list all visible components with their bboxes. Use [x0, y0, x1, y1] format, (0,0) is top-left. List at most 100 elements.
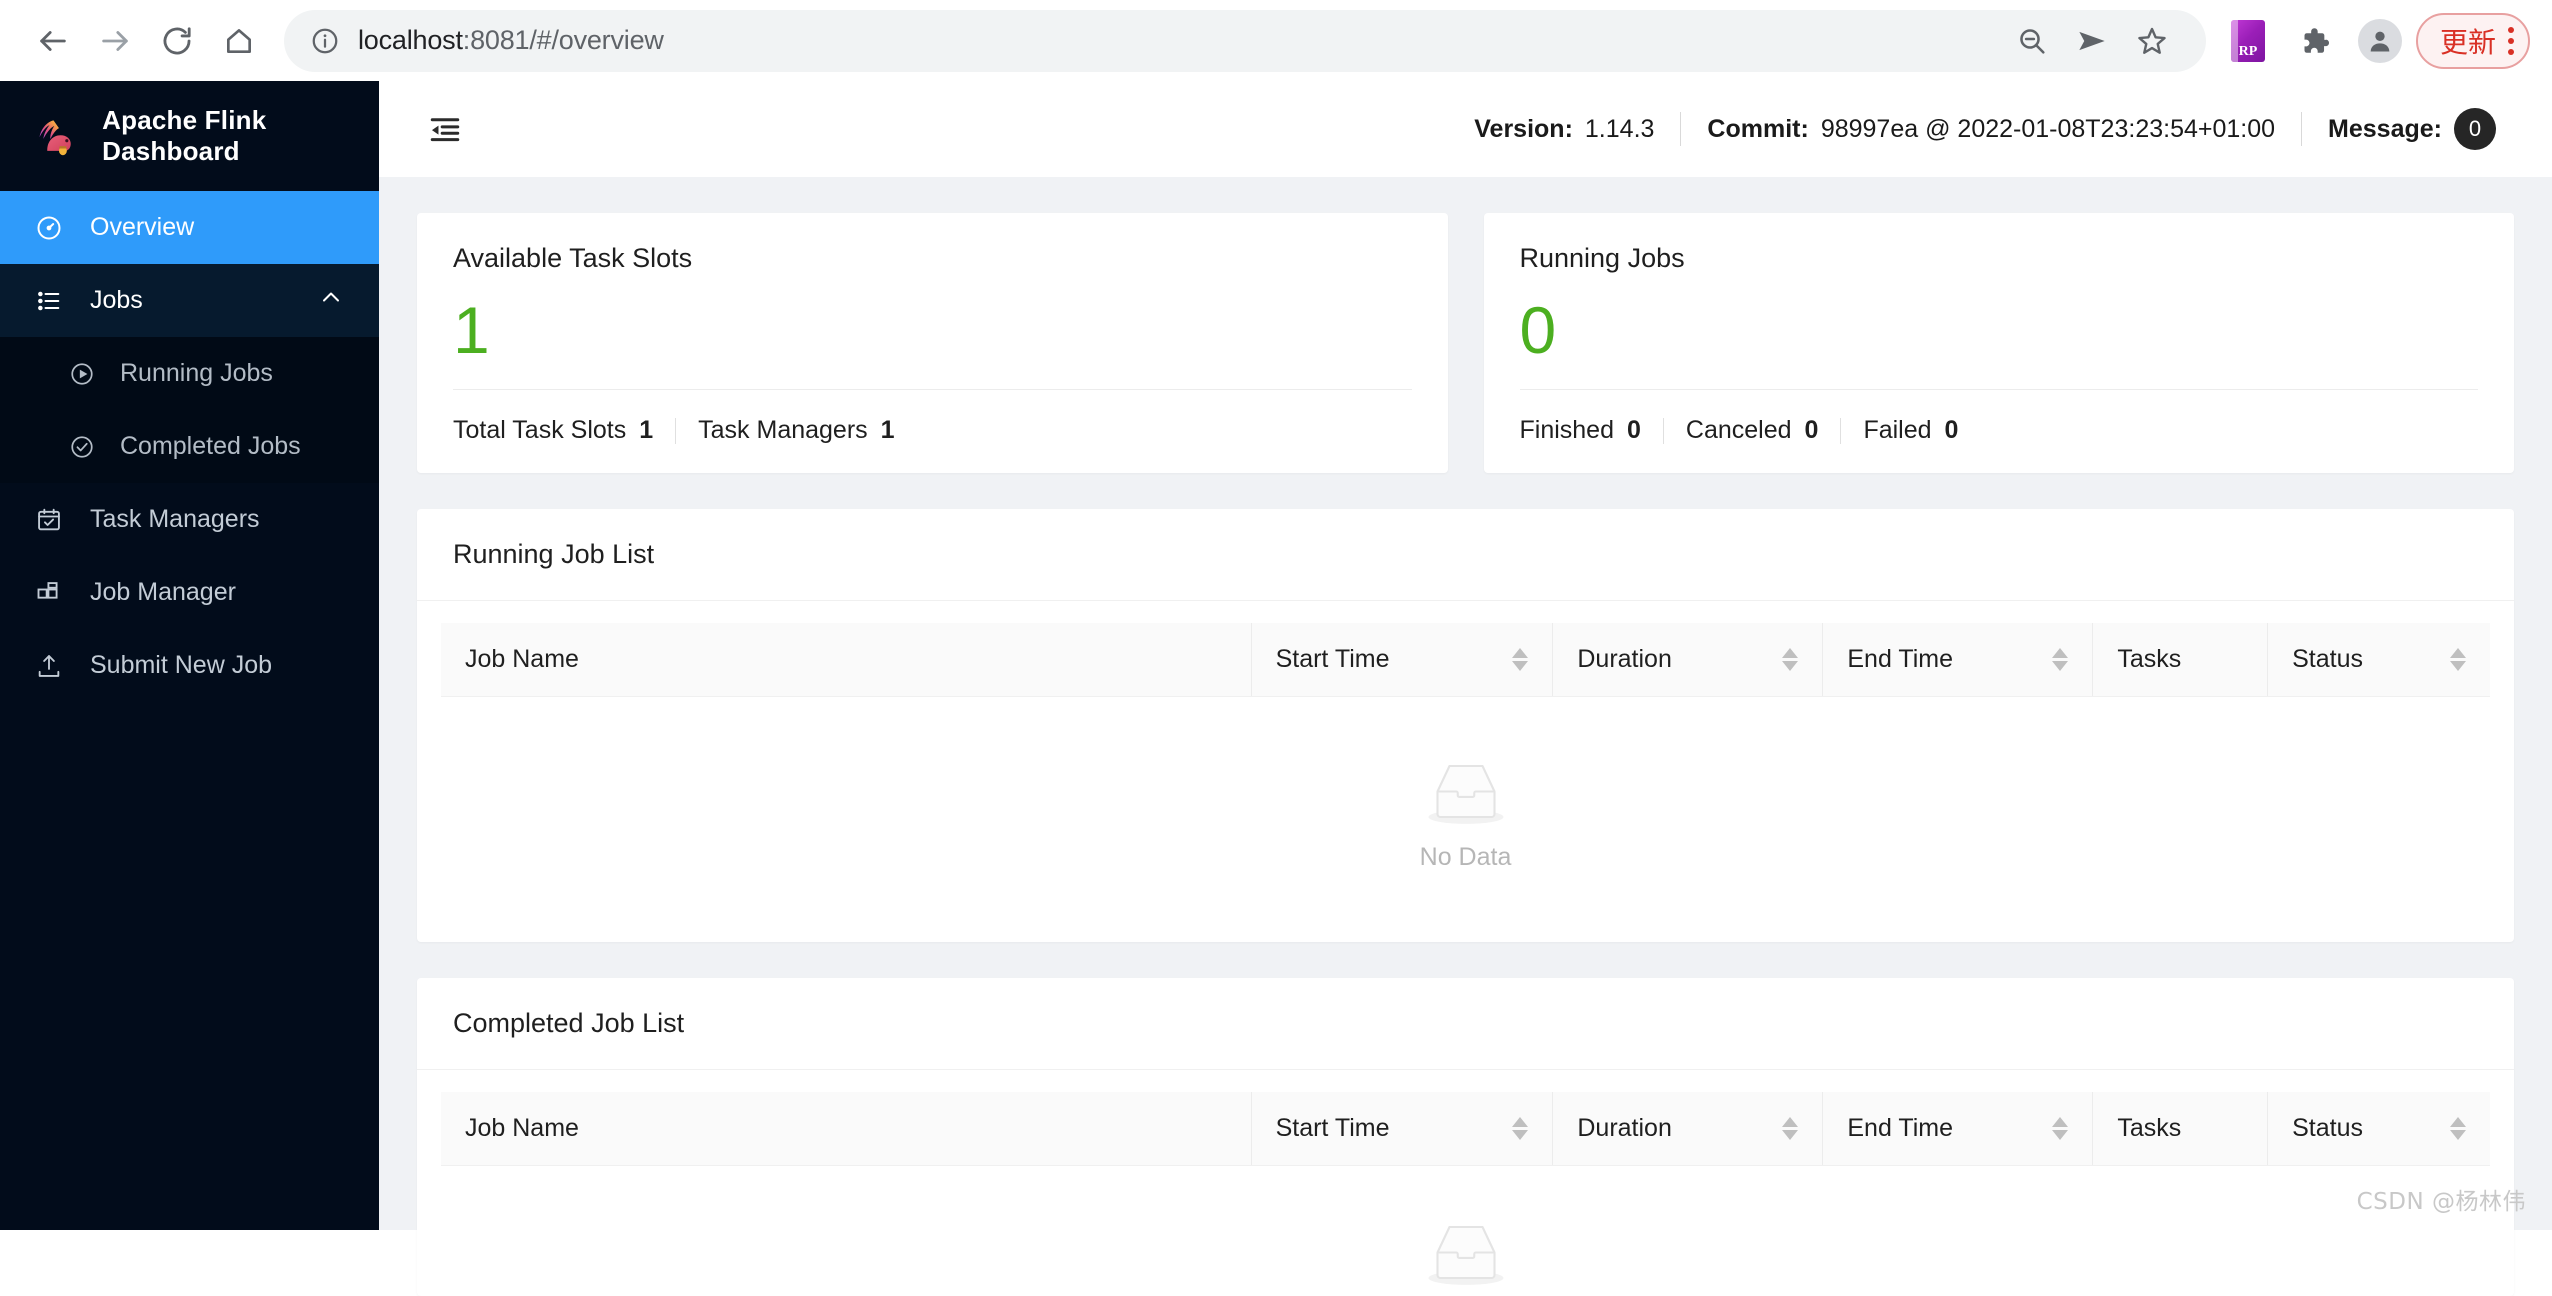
column-label: Job Name — [465, 1114, 579, 1143]
schedule-icon — [34, 506, 64, 534]
task-managers-stat: Task Managers 1 — [698, 416, 916, 445]
sidebar-item-jobs[interactable]: Jobs — [0, 264, 379, 337]
column-end-time[interactable]: End Time — [1822, 623, 2093, 698]
flink-dashboard-app: Apache Flink Dashboard Overview Jobs Run… — [0, 81, 2552, 1296]
available-task-slots-value: 1 — [453, 293, 490, 367]
column-end-time[interactable]: End Time — [1822, 1092, 2093, 1167]
running-job-list-panel: Running Job List Job Name Start Time Dur… — [417, 509, 2514, 943]
brand-header: Apache Flink Dashboard — [0, 81, 379, 191]
send-button[interactable] — [2064, 13, 2120, 69]
extension-rp-button[interactable]: RP — [2220, 13, 2276, 69]
empty-inbox-icon — [1428, 1226, 1503, 1286]
reload-icon — [163, 26, 191, 54]
stat-label: Task Managers — [698, 416, 868, 445]
sidebar-item-running-jobs[interactable]: Running Jobs — [0, 337, 379, 410]
sidebar-item-label: Jobs — [90, 286, 143, 314]
column-status[interactable]: Status — [2267, 1092, 2490, 1167]
column-tasks: Tasks — [2092, 623, 2268, 698]
zoom-out-button[interactable] — [2004, 13, 2060, 69]
play-circle-icon — [68, 361, 96, 387]
sidebar-item-submit-new-job[interactable]: Submit New Job — [0, 629, 379, 702]
sort-toggle-icon[interactable] — [1782, 1117, 1799, 1141]
stat-label: Canceled — [1685, 416, 1792, 445]
column-status[interactable]: Status — [2267, 623, 2490, 698]
sort-toggle-icon[interactable] — [2450, 648, 2466, 672]
sort-toggle-icon[interactable] — [2450, 1117, 2466, 1141]
sidebar-item-label: Task Managers — [90, 505, 260, 533]
address-bar-url[interactable]: localhost:8081/#/overview — [358, 25, 664, 56]
send-icon — [2079, 31, 2105, 50]
column-tasks: Tasks — [2092, 1092, 2268, 1167]
person-icon — [2370, 31, 2390, 51]
home-icon — [227, 28, 251, 53]
browser-menu-icon[interactable] — [2508, 26, 2514, 55]
commit-label: Commit: — [1707, 114, 1809, 143]
back-arrow-icon — [40, 30, 66, 51]
sort-toggle-icon[interactable] — [2052, 648, 2069, 672]
column-label: Duration — [1577, 1114, 1672, 1143]
column-start-time[interactable]: Start Time — [1250, 1092, 1553, 1167]
column-label: Duration — [1577, 645, 1672, 674]
sidebar-subitem-label: Completed Jobs — [120, 432, 301, 460]
address-bar[interactable]: localhost:8081/#/overview — [284, 9, 2206, 72]
app-topbar: Version: 1.14.3 Commit: 98997ea @ 2022-0… — [379, 81, 2552, 177]
version-label: Version: — [1474, 114, 1573, 143]
divider — [675, 417, 677, 444]
running-job-table-wrap: Job Name Start Time Duration End Time Ta… — [417, 601, 2514, 942]
available-task-slots-card: Available Task Slots 1 Total Task Slots … — [417, 213, 1448, 474]
upload-icon — [34, 652, 64, 680]
stat-value: 0 — [1804, 416, 1819, 445]
avatar — [2357, 18, 2402, 63]
menu-fold-icon — [430, 118, 460, 142]
sort-toggle-icon[interactable] — [1782, 648, 1799, 672]
chevron-up-icon[interactable] — [319, 285, 343, 316]
omnibox-actions — [2004, 13, 2180, 69]
puzzle-piece-icon — [2304, 27, 2330, 53]
column-duration[interactable]: Duration — [1552, 1092, 1823, 1167]
stat-label: Finished — [1519, 416, 1615, 445]
column-duration[interactable]: Duration — [1552, 623, 1823, 698]
page-content: Available Task Slots 1 Total Task Slots … — [379, 177, 2552, 1296]
canceled-jobs-stat: Canceled 0 — [1686, 416, 1841, 445]
sidebar-item-job-manager[interactable]: Job Manager — [0, 556, 379, 629]
failed-jobs-stat: Failed 0 — [1863, 416, 1980, 445]
site-info-icon[interactable] — [310, 26, 340, 56]
column-label: End Time — [1847, 1114, 1953, 1143]
card-title: Running Jobs — [1519, 243, 1685, 273]
sidebar-item-overview[interactable]: Overview — [0, 191, 379, 264]
extension-icons: RP — [2220, 13, 2408, 69]
extensions-button[interactable] — [2286, 13, 2342, 69]
home-button[interactable] — [208, 10, 270, 72]
forward-button[interactable] — [84, 10, 146, 72]
message-label: Message: — [2328, 114, 2442, 143]
browser-toolbar: localhost:8081/#/overview RP 更新 — [0, 0, 2552, 81]
column-label: Status — [2292, 645, 2363, 674]
collapse-menu-button[interactable] — [419, 103, 471, 155]
completed-job-empty-state — [441, 1166, 2490, 1296]
version-info: Version: 1.14.3 — [1448, 115, 1680, 144]
sidebar-item-completed-jobs[interactable]: Completed Jobs — [0, 410, 379, 483]
completed-job-table-wrap: Job Name Start Time Duration End Time Ta… — [417, 1070, 2514, 1296]
sort-toggle-icon[interactable] — [1512, 1117, 1529, 1141]
card-footer: Total Task Slots 1 Task Managers 1 — [417, 390, 1448, 473]
watermark: CSDN @杨林伟 — [2356, 1189, 2526, 1215]
card-footer: Finished 0 Canceled 0 Failed 0 — [1484, 390, 2515, 473]
commit-value: 98997ea @ 2022-01-08T23:23:54+01:00 — [1820, 114, 2276, 143]
bookmark-button[interactable] — [2124, 13, 2180, 69]
update-button[interactable]: 更新 — [2415, 12, 2530, 69]
reload-button[interactable] — [146, 10, 208, 72]
back-button[interactable] — [22, 10, 84, 72]
running-job-empty-state: No Data — [441, 697, 2490, 942]
column-job-name: Job Name — [441, 623, 1252, 698]
rp-extension-label: RP — [2238, 43, 2258, 59]
message-info[interactable]: Message: 0 — [2302, 108, 2522, 150]
column-start-time[interactable]: Start Time — [1250, 623, 1553, 698]
column-job-name: Job Name — [441, 1092, 1252, 1167]
sort-toggle-icon[interactable] — [1512, 648, 1529, 672]
profile-button[interactable] — [2352, 13, 2408, 69]
divider — [1840, 417, 1842, 444]
column-label: Tasks — [2117, 1114, 2182, 1143]
sort-toggle-icon[interactable] — [2052, 1117, 2069, 1141]
sidebar-item-task-managers[interactable]: Task Managers — [0, 483, 379, 556]
url-host: localhost — [358, 25, 463, 55]
